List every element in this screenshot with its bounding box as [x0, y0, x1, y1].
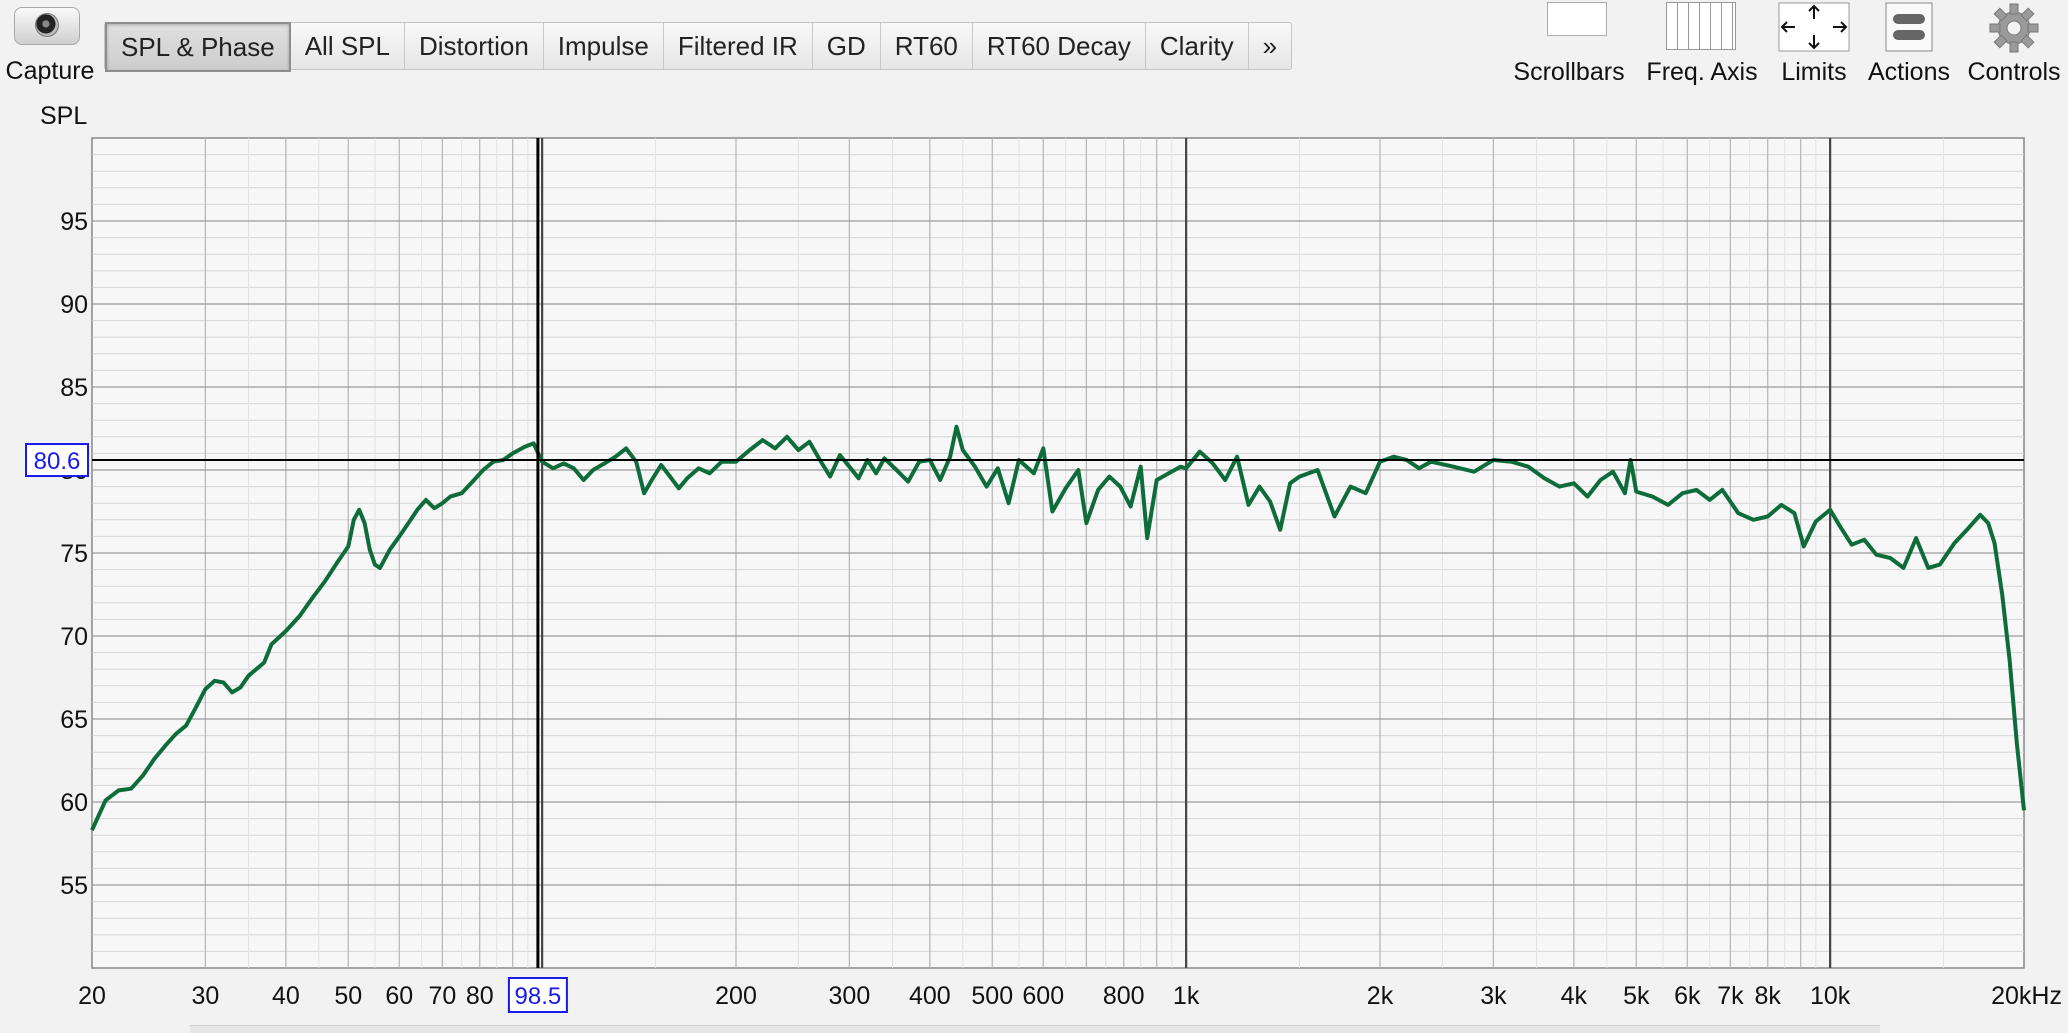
tab-impulse[interactable]: Impulse — [544, 23, 664, 69]
limits-label: Limits — [1781, 58, 1847, 86]
x-tick-label: 500 — [971, 982, 1013, 1010]
x-tick-label: 40 — [272, 982, 300, 1010]
x-tick-label: 2k — [1367, 982, 1394, 1010]
cursor-y-readout-text: 80.6 — [34, 448, 81, 475]
scrollbars-icon — [1547, 2, 1607, 36]
capture-button[interactable]: Capture — [0, 0, 100, 100]
freq-axis-icon — [1666, 2, 1736, 50]
tab-rt60[interactable]: RT60 — [881, 23, 973, 69]
x-tick-labels: 20 30 40 50 60 70 80 200 300 400 500 600 800 1k 2k 3k 4k… — [78, 982, 2062, 1010]
x-tick-label: 20kHz — [1991, 982, 2062, 1010]
x-tick-label: 6k — [1674, 982, 1701, 1010]
x-tick-label: 30 — [191, 982, 219, 1010]
x-tick-label: 70 — [428, 982, 456, 1010]
x-tick-label: 300 — [829, 982, 871, 1010]
x-tick-label: 1k — [1173, 982, 1200, 1010]
tab-distortion[interactable]: Distortion — [405, 23, 544, 69]
tab-gd[interactable]: GD — [813, 23, 881, 69]
view-tabs: SPL & Phase All SPL Distortion Impulse F… — [104, 22, 1293, 72]
cursor-x-readout-text: 98.5 — [515, 983, 562, 1010]
x-tick-label: 3k — [1480, 982, 1507, 1010]
x-tick-label: 8k — [1755, 982, 1782, 1010]
cursor-y-readout: 80.6 — [25, 443, 89, 478]
x-tick-label: 7k — [1717, 982, 1744, 1010]
scrollbars-button[interactable]: Scrollbars — [1510, 0, 1628, 100]
y-tick-label: 85 — [60, 374, 88, 402]
actions-label: Actions — [1868, 58, 1950, 86]
tab-clarity[interactable]: Clarity — [1146, 23, 1249, 69]
tab-filtered-ir[interactable]: Filtered IR — [664, 23, 813, 69]
camera-icon — [14, 7, 80, 45]
x-tick-label: 200 — [715, 982, 757, 1010]
y-tick-label: 65 — [60, 706, 88, 734]
more-tabs-button[interactable]: » — [1249, 23, 1291, 69]
controls-label: Controls — [1967, 58, 2061, 86]
limits-icon — [1778, 2, 1850, 52]
freq-axis-label: Freq. Axis — [1646, 58, 1758, 86]
tab-rt60-decay[interactable]: RT60 Decay — [973, 23, 1146, 69]
x-tick-label: 80 — [466, 982, 494, 1010]
plot-area[interactable] — [91, 137, 2025, 969]
y-tick-label: 75 — [60, 540, 88, 568]
freq-axis-button[interactable]: Freq. Axis — [1640, 0, 1764, 100]
y-tick-labels: 55 60 65 70 75 80 85 90 95 — [60, 208, 88, 900]
x-tick-label: 600 — [1022, 982, 1064, 1010]
y-axis-title: SPL — [40, 102, 88, 130]
limits-button[interactable]: Limits — [1773, 0, 1855, 100]
x-tick-label: 4k — [1561, 982, 1588, 1010]
spl-chart[interactable]: 55 60 65 70 75 80 85 90 95 20 30 40 50 60 70 80 200 300 4… — [0, 0, 2068, 1032]
controls-button[interactable]: Controls — [1962, 0, 2066, 100]
spl-trace — [90, 424, 2026, 832]
scrollbars-label: Scrollbars — [1513, 58, 1625, 86]
x-tick-label: 60 — [385, 982, 413, 1010]
actions-icon — [1885, 2, 1933, 52]
y-tick-label: 90 — [60, 291, 88, 319]
grid-minor — [92, 138, 2024, 968]
tab-spl-phase[interactable]: SPL & Phase — [105, 22, 291, 72]
y-tick-label: 95 — [60, 208, 88, 236]
y-tick-label: 60 — [60, 789, 88, 817]
x-tick-label: 10k — [1810, 982, 1851, 1010]
x-tick-label: 400 — [909, 982, 951, 1010]
gear-icon — [1989, 3, 2039, 53]
x-tick-label: 800 — [1103, 982, 1145, 1010]
y-tick-label: 80 — [60, 457, 88, 485]
y-tick-label: 70 — [60, 623, 88, 651]
capture-label: Capture — [5, 57, 95, 85]
tab-all-spl[interactable]: All SPL — [291, 23, 405, 69]
y-tick-label: 55 — [60, 872, 88, 900]
cursor-x-readout: 98.5 — [507, 977, 568, 1013]
grid-major — [92, 138, 2024, 968]
x-tick-label: 5k — [1623, 982, 1650, 1010]
x-tick-label: 50 — [334, 982, 362, 1010]
x-tick-label: 20 — [78, 982, 106, 1010]
actions-button[interactable]: Actions — [1862, 0, 1956, 100]
